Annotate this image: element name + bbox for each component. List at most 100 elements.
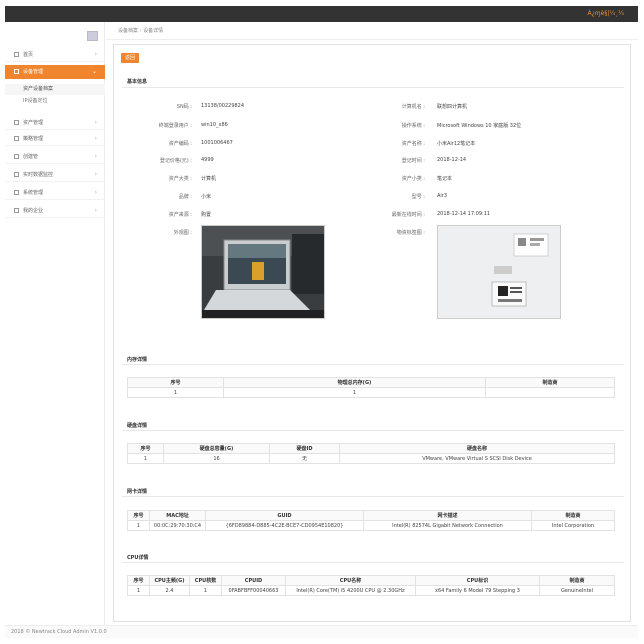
value-asset-name: 小米Air12笔记本 (437, 141, 476, 147)
table-cell: x64 Family 6 Model 79 Stepping 3 (415, 585, 540, 596)
section-title-memory: 内存详情 (127, 357, 148, 363)
sidebar-item-realtime-monitor[interactable]: 实时数据监控 › (5, 168, 105, 182)
chevron-right-icon: › (94, 171, 97, 178)
section-title-cpu: CPU详情 (127, 555, 149, 561)
column-header: 序号 (127, 443, 164, 454)
table-header-row: 序号 物理总内存(G) 制造商 (127, 377, 615, 388)
chevron-right-icon: › (94, 207, 97, 214)
back-button[interactable]: 返回 (121, 53, 139, 63)
device-detail-panel: 返回 基本信息 SN码 : 13138/00229824 终端登录用户 : wi… (113, 44, 631, 622)
chevron-right-icon: › (94, 135, 97, 142)
value-asset-source: 购置 (201, 212, 212, 218)
table-header-row: 序号 硬盘总容量(G) 硬盘ID 硬盘名称 (127, 443, 615, 454)
label-register-time: 登记时间 : (401, 158, 425, 164)
sidebar-subitem-ip-locate[interactable]: IP设备定位 (5, 96, 105, 107)
table-cell: 0FABFBFF00040663 (221, 585, 286, 596)
column-header: CPUID (221, 575, 286, 586)
sidebar: 首页 › 设备管理 ⌄ 资产设备档案 IP设备定位 资产管理 › 策略管理 › 创建管 ›… (5, 22, 105, 625)
table-cell: 2.4 (149, 585, 190, 596)
table-cell: {6FD89884-D885-4C2E-BCE7-CD0954E10820} (205, 520, 364, 531)
column-header: 序号 (127, 575, 150, 586)
top-bar: Ȧ¿ɱè§|¼¸¼ (5, 6, 638, 22)
label-brand: 品牌 : (178, 194, 192, 200)
column-header: 序号 (127, 377, 224, 388)
asset-tag-photo[interactable] (437, 225, 561, 319)
nic-table: 序号 MAC地址 GUID 网卡描述 制造商 1 00:0C:29:70:30:… (127, 510, 615, 531)
label-asset-name: 资产名称 : (401, 141, 425, 147)
section-title-nic: 网卡详情 (127, 489, 148, 495)
label-asset-code: 资产编码 : (168, 141, 192, 147)
enterprise-icon (14, 208, 19, 213)
table-cell: 1 (189, 585, 222, 596)
label-asset-tag-photo: 物资标签图 : (396, 230, 425, 236)
divider (122, 562, 624, 563)
sidebar-item-system-management[interactable]: 系统管理 › (5, 186, 105, 200)
sidebar-subitem-device-archive[interactable]: 资产设备档案 (5, 84, 105, 95)
monitor-icon (14, 172, 19, 177)
column-header: CPU名称 (285, 575, 416, 586)
label-asset-source: 资产来源 : (168, 212, 192, 218)
create-icon (14, 154, 19, 159)
sidebar-toggle-button[interactable] (87, 31, 98, 41)
value-model: Air3 (437, 193, 448, 199)
table-cell: 16 (163, 453, 270, 464)
footer: 2018 © Newtrack Cloud Admin V1.0.0 (5, 625, 638, 638)
column-header: GUID (205, 510, 364, 521)
table-cell: 1 (127, 585, 150, 596)
label-model: 型号 : (411, 194, 425, 200)
value-computer-name: 联想四计算机 (437, 104, 468, 110)
table-cell: VMware, VMware Virtual S SCSI Disk Devic… (339, 453, 615, 464)
table-header-row: 序号 CPU主频(G) CPU核数 CPUID CPU名称 CPU标识 制造商 (127, 575, 615, 586)
value-last-online: 2018-12-14 17:09:11 (437, 211, 491, 217)
table-cell: 无 (269, 453, 340, 464)
table-header-row: 序号 MAC地址 GUID 网卡描述 制造商 (127, 510, 615, 521)
column-header: 物理总内存(G) (223, 377, 486, 388)
sidebar-item-asset-management[interactable]: 资产管理 › (5, 116, 105, 130)
section-title-disk: 硬盘详情 (127, 423, 148, 429)
chevron-right-icon: › (94, 153, 97, 160)
column-header: 硬盘总容量(G) (163, 443, 270, 454)
table-row: 1 2.4 1 0FABFBFF00040663 Intel(R) Core(T… (127, 585, 615, 596)
sidebar-item-policy-management[interactable]: 策略管理 › (5, 132, 105, 146)
value-brand: 小米 (201, 194, 212, 200)
table-cell: Intel Corporation (531, 520, 615, 531)
sidebar-item-home[interactable]: 首页 › (5, 48, 105, 62)
section-title-basic: 基本信息 (127, 79, 148, 85)
value-register-time: 2018-12-14 (437, 157, 467, 163)
asset-tag-photo-image (438, 226, 560, 318)
table-row: 1 16 无 VMware, VMware Virtual S SCSI Dis… (127, 453, 615, 464)
column-header: 制造商 (485, 377, 615, 388)
label-asset-category: 资产大类 : (168, 176, 192, 182)
user-menu[interactable]: Ȧ¿ɱè§|¼¸¼ (588, 10, 624, 17)
table-cell: 1 (127, 520, 150, 531)
sidebar-item-my-enterprise[interactable]: 我的企业 › (5, 204, 105, 218)
appearance-photo[interactable] (201, 225, 325, 319)
chevron-down-icon: ⌄ (91, 68, 97, 75)
table-cell: Intel(R) Core(TM) i5 4200U CPU @ 2.30GHz (285, 585, 416, 596)
cpu-table: 序号 CPU主频(G) CPU核数 CPUID CPU名称 CPU标识 制造商 … (127, 575, 615, 596)
table-cell: Intel(R) 82574L Gigabit Network Connecti… (363, 520, 532, 531)
label-last-online: 最新在线时间 : (391, 212, 425, 218)
table-row: 1 00:0C:29:70:30:C4 {6FD89884-D885-4C2E-… (127, 520, 615, 531)
column-header: 制造商 (539, 575, 615, 586)
column-header: CPU核数 (189, 575, 222, 586)
memory-table: 序号 物理总内存(G) 制造商 1 1 (127, 377, 615, 398)
label-price: 登记价格(元) : (159, 158, 192, 164)
divider (122, 430, 624, 431)
value-sn: 13138/00229824 (201, 103, 245, 109)
divider (122, 364, 624, 365)
table-row: 1 1 (127, 387, 615, 398)
label-asset-subcategory: 资产小类 : (401, 176, 425, 182)
value-login-user: win10_x86 (201, 122, 228, 128)
column-header: 硬盘名称 (339, 443, 615, 454)
value-asset-code: 1001006467 (201, 140, 233, 146)
label-computer-name: 计算机名 : (401, 104, 425, 110)
chevron-right-icon: › (94, 189, 97, 196)
label-os: 操作系统 : (401, 123, 425, 129)
column-header: CPU标识 (415, 575, 540, 586)
sidebar-item-device-management[interactable]: 设备管理 ⌄ (5, 65, 105, 79)
column-header: MAC地址 (149, 510, 206, 521)
table-cell: 1 (127, 453, 164, 464)
laptop-photo-image (202, 226, 324, 318)
sidebar-item-create[interactable]: 创建管 › (5, 150, 105, 164)
